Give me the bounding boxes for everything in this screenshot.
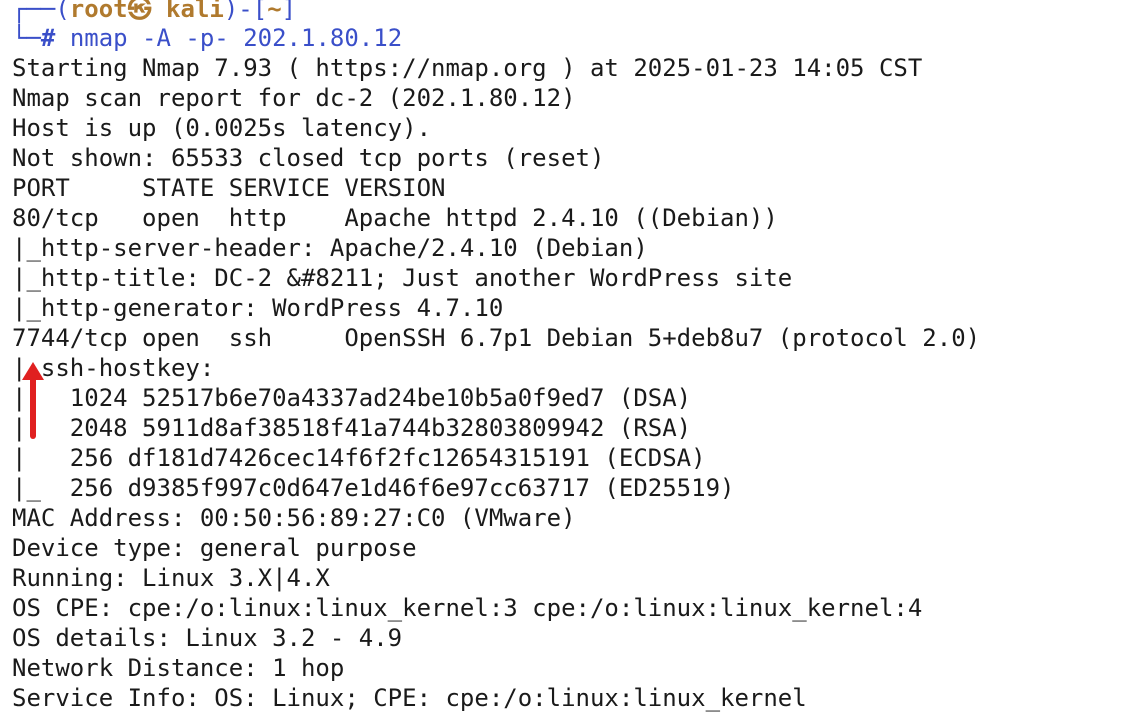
output-line: Starting Nmap 7.93 ( https://nmap.org ) … — [12, 54, 923, 82]
output-line: PORT STATE SERVICE VERSION — [12, 174, 446, 202]
output-line: Device type: general purpose — [12, 534, 417, 562]
prompt-frame-end: ] — [281, 0, 297, 23]
output-line: | 1024 52517b6e70a4337ad24be10b5a0f9ed7 … — [12, 384, 692, 412]
red-arrow-up-icon — [22, 362, 44, 439]
output-line: 80/tcp open http Apache httpd 2.4.10 ((D… — [12, 204, 778, 232]
output-line: Service Info: OS: Linux; CPE: cpe:/o:lin… — [12, 684, 807, 712]
output-line: |_http-server-header: Apache/2.4.10 (Deb… — [12, 234, 648, 262]
output-line: Running: Linux 3.X|4.X — [12, 564, 330, 592]
output-line: MAC Address: 00:50:56:89:27:C0 (VMware) — [12, 504, 576, 532]
output-line: 7744/tcp open ssh OpenSSH 6.7p1 Debian 5… — [12, 324, 981, 352]
output-line: | 2048 5911d8af38518f41a744b32803809942 … — [12, 414, 692, 442]
output-line: Nmap scan report for dc-2 (202.1.80.12) — [12, 84, 576, 112]
prompt-line-top: ┌──(root㉿ kali)-[~] — [12, 0, 296, 24]
output-line: |_http-title: DC-2 &#8211; Just another … — [12, 264, 793, 292]
output-line: | 256 df181d7426cec14f6f2fc12654315191 (… — [12, 444, 706, 472]
prompt-line-command[interactable]: └─# nmap -A -p- 202.1.80.12 — [12, 23, 402, 53]
output-line: Network Distance: 1 hop — [12, 654, 345, 682]
output-line: OS details: Linux 3.2 - 4.9 — [12, 624, 403, 652]
terminal-window[interactable]: ┌──(root㉿ kali)-[~] └─# nmap -A -p- 202.… — [0, 0, 1123, 720]
prompt-user-host: root㉿ kali — [69, 0, 224, 23]
prompt-frame-bottom: └─ — [12, 24, 41, 52]
output-line: Host is up (0.0025s latency). — [12, 114, 432, 142]
command-text: nmap -A -p- 202.1.80.12 — [69, 24, 403, 52]
output-line: Not shown: 65533 closed tcp ports (reset… — [12, 144, 605, 172]
prompt-hash: # — [40, 24, 56, 52]
output-line: OS CPE: cpe:/o:linux:linux_kernel:3 cpe:… — [12, 594, 923, 622]
prompt-cwd: ~ — [267, 0, 282, 23]
output-line: |_http-generator: WordPress 4.7.10 — [12, 294, 504, 322]
prompt-frame-top: ┌──( — [12, 0, 70, 23]
prompt-frame-mid: )-[ — [223, 0, 268, 23]
output-line: |_ 256 d9385f997c0d647e1d46f6e97cc63717 … — [12, 474, 735, 502]
